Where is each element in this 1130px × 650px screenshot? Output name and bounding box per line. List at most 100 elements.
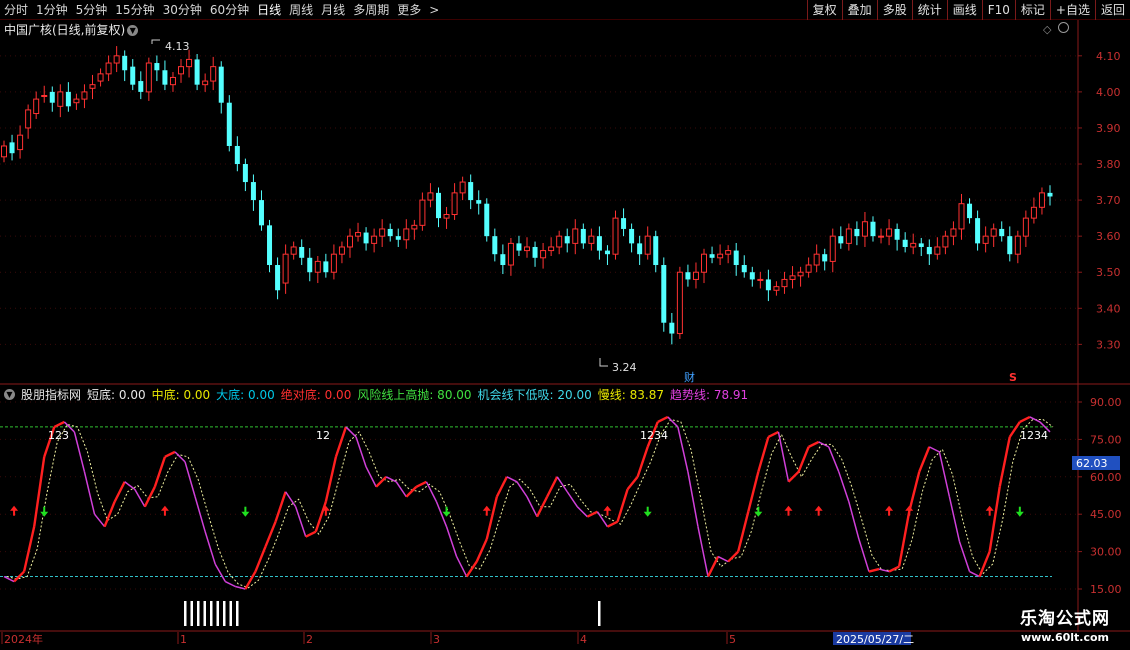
trend-line-segment bbox=[657, 415, 669, 424]
candle-body bbox=[967, 203, 973, 219]
down-arrow-stem bbox=[757, 506, 760, 513]
signal-bar bbox=[210, 601, 213, 626]
candle-body bbox=[540, 250, 547, 259]
high-label: 4.13 bbox=[165, 40, 190, 53]
trend-line-segment bbox=[32, 456, 46, 527]
candle-body bbox=[492, 236, 498, 255]
candle-body bbox=[870, 221, 876, 237]
candle-body bbox=[1038, 192, 1045, 208]
candle-body bbox=[733, 250, 739, 266]
trend-line-segment bbox=[566, 491, 578, 508]
candle-body bbox=[387, 228, 393, 237]
candle-body bbox=[629, 228, 635, 244]
candle-body bbox=[299, 246, 305, 258]
current-value-text: 62.03 bbox=[1076, 457, 1108, 470]
indicator-name: 股朋指标网 bbox=[21, 388, 82, 402]
candle-body bbox=[443, 214, 450, 219]
candle-body bbox=[507, 242, 514, 266]
trend-line-segment bbox=[274, 491, 287, 523]
candle-body bbox=[379, 228, 386, 237]
trend-line-segment bbox=[214, 563, 226, 582]
trend-line-segment bbox=[264, 521, 277, 548]
candle-body bbox=[105, 62, 112, 75]
trend-line-segment bbox=[113, 481, 126, 503]
up-arrow-stem bbox=[606, 509, 609, 516]
candle-body bbox=[765, 279, 771, 291]
time-label: 3 bbox=[433, 633, 440, 646]
down-arrow-stem bbox=[244, 506, 247, 513]
trend-line-segment bbox=[757, 436, 770, 473]
peak-label: 1234 bbox=[640, 429, 668, 442]
trend-line-segment bbox=[969, 570, 980, 578]
trend-line-segment bbox=[677, 426, 689, 472]
trend-line-segment bbox=[164, 450, 176, 458]
high-pointer bbox=[151, 39, 160, 44]
price-tick-label: 3.60 bbox=[1096, 230, 1121, 243]
trend-line-segment bbox=[174, 451, 186, 463]
candle-body bbox=[363, 232, 369, 244]
down-arrow-stem bbox=[445, 506, 448, 513]
candle-body bbox=[476, 200, 482, 204]
trend-line-segment bbox=[546, 476, 559, 498]
candle-body bbox=[186, 58, 193, 68]
candle-body bbox=[49, 91, 55, 103]
candle-body bbox=[621, 218, 627, 229]
candle-body bbox=[717, 253, 724, 259]
signal-bar bbox=[216, 601, 219, 626]
candle-body bbox=[676, 271, 683, 335]
up-arrow-stem bbox=[324, 509, 327, 516]
candle-body bbox=[548, 246, 555, 252]
candle-body bbox=[97, 73, 104, 82]
trend-line-segment bbox=[888, 565, 900, 573]
trend-line-segment bbox=[83, 471, 96, 515]
trend-line-segment bbox=[516, 481, 528, 498]
candle-body bbox=[701, 253, 708, 273]
candle-body bbox=[902, 239, 908, 247]
candle-body bbox=[975, 218, 981, 244]
indicator-value: 慢线: 83.87 bbox=[597, 388, 664, 402]
candle-body bbox=[886, 228, 893, 237]
trend-line-segment bbox=[928, 446, 940, 453]
candle-body bbox=[757, 278, 764, 281]
trend-line-segment bbox=[747, 471, 760, 513]
price-tick-label: 3.30 bbox=[1096, 338, 1121, 351]
candle-body bbox=[604, 250, 610, 255]
trend-line-segment bbox=[254, 546, 267, 572]
candle-body bbox=[596, 236, 602, 251]
low-label: 3.24 bbox=[612, 361, 637, 374]
candle-body bbox=[861, 221, 868, 237]
candle-body bbox=[9, 142, 15, 154]
event-marker-s: S bbox=[1009, 371, 1017, 384]
price-tick-label: 4.00 bbox=[1096, 86, 1121, 99]
indicator-tick-label: 75.00 bbox=[1090, 433, 1122, 446]
signal-bar bbox=[197, 601, 200, 626]
candle-body bbox=[829, 235, 836, 262]
candle-body bbox=[813, 253, 820, 266]
candle-body bbox=[572, 228, 579, 244]
trend-line-segment bbox=[988, 486, 1001, 552]
candle-body bbox=[845, 228, 852, 244]
trend-line-segment bbox=[465, 560, 478, 578]
trend-line-segment bbox=[314, 501, 327, 533]
signal-bar bbox=[190, 601, 193, 626]
cursor-date-label: 2025/05/27/二 bbox=[836, 633, 914, 646]
trend-line-segment bbox=[284, 491, 297, 508]
trend-line-segment bbox=[1008, 421, 1021, 438]
trend-line-segment bbox=[858, 538, 870, 572]
chevron-down-icon[interactable]: ▼ bbox=[4, 389, 15, 400]
candle-body bbox=[1030, 206, 1037, 219]
chart-canvas: 4.10 4.00 3.90 3.80 3.70 3.60 3.50 3.40 3.30 4.13… bbox=[0, 20, 1130, 646]
trend-line-segment bbox=[1019, 415, 1031, 424]
candle-body bbox=[290, 246, 297, 255]
candle-body bbox=[588, 235, 595, 244]
candle-body bbox=[564, 236, 570, 244]
candle-body bbox=[154, 63, 160, 71]
indicator-tick-label: 45.00 bbox=[1090, 508, 1122, 521]
trend-line-segment bbox=[697, 526, 709, 577]
indicator-tick-label: 60.00 bbox=[1090, 471, 1122, 484]
candle-body bbox=[330, 253, 337, 273]
candle-body bbox=[838, 236, 844, 244]
indicator-value: 大底: 0.00 bbox=[216, 388, 275, 402]
candle-body bbox=[500, 254, 506, 266]
candle-body bbox=[81, 91, 88, 100]
